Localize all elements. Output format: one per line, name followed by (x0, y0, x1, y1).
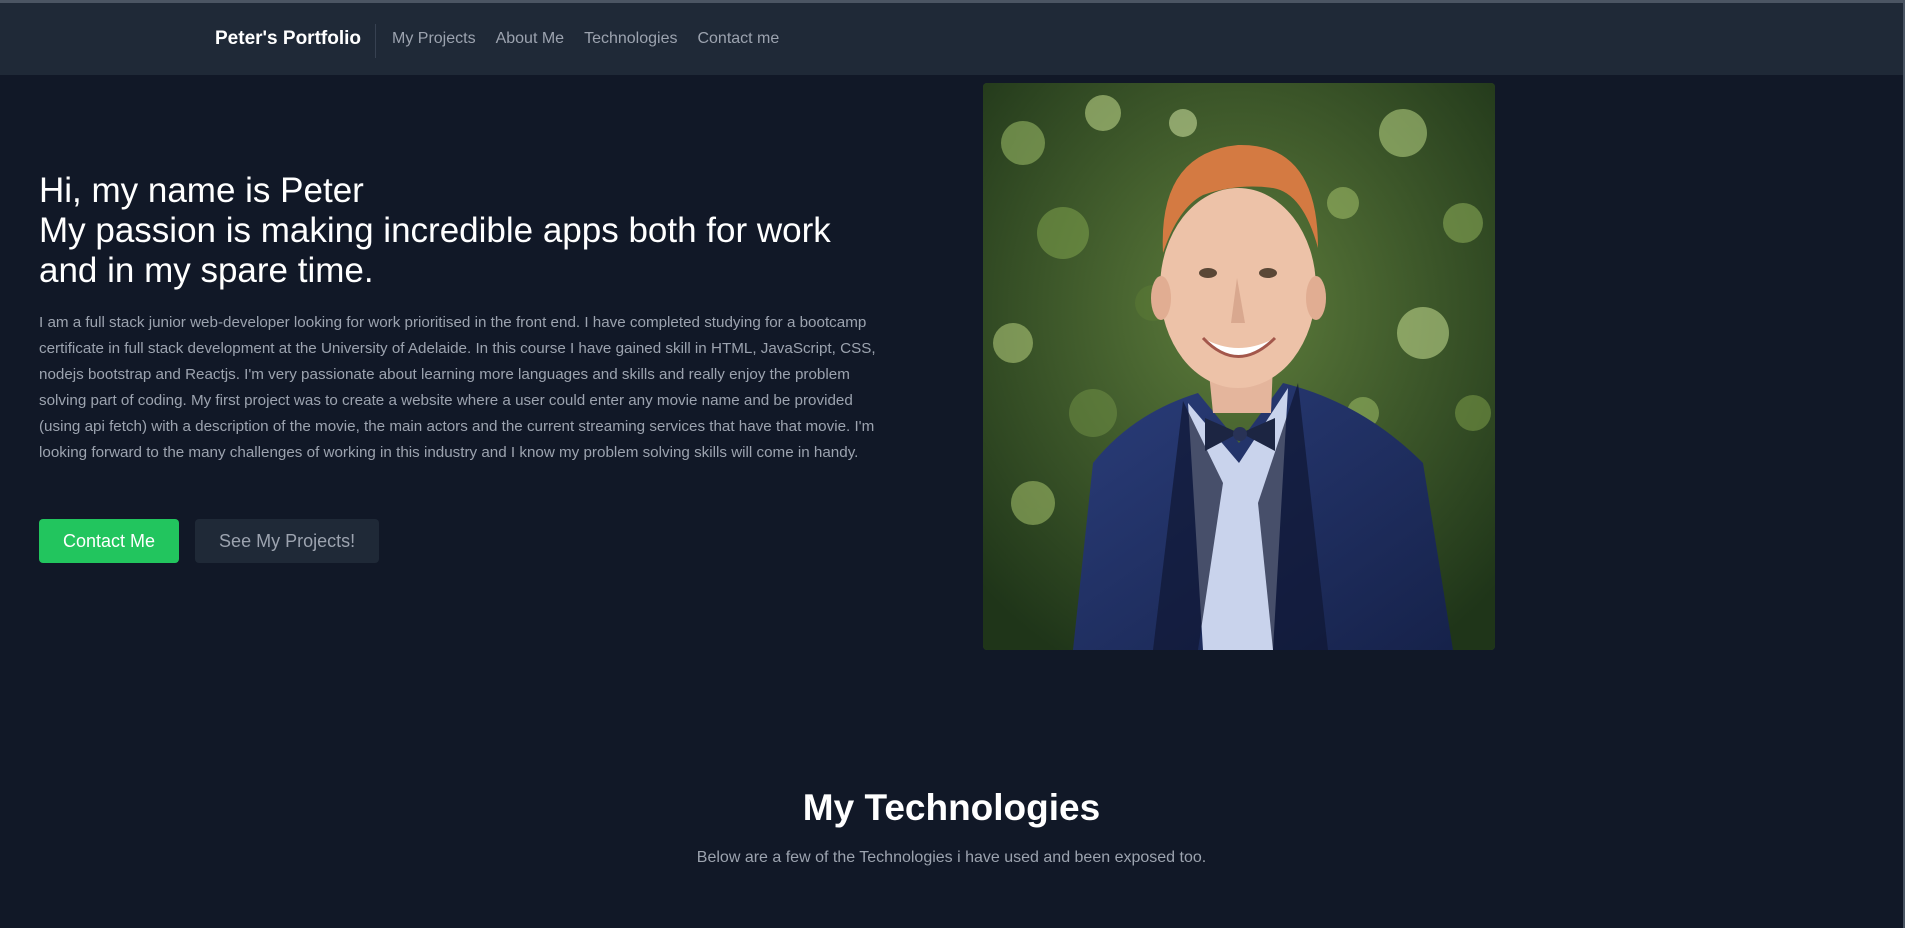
hero-heading: Hi, my name is Peter My passion is makin… (39, 171, 879, 291)
hero-section: Hi, my name is Peter My passion is makin… (39, 171, 879, 466)
see-projects-button[interactable]: See My Projects! (195, 519, 380, 563)
hero-tagline: My passion is making incredible apps bot… (39, 211, 831, 290)
navbar: Peter's Portfolio My Projects About Me T… (0, 3, 1903, 75)
technologies-section: My Technologies Below are a few of the T… (0, 780, 1903, 867)
contact-me-button[interactable]: Contact Me (39, 519, 180, 563)
nav-link-technologies[interactable]: Technologies (584, 30, 677, 48)
technologies-title: My Technologies (802, 787, 1101, 828)
nav-divider (375, 24, 376, 58)
nav-link-contact-me[interactable]: Contact me (697, 30, 779, 48)
nav-links: My Projects About Me Technologies Contac… (392, 3, 779, 75)
brand-link[interactable]: Peter's Portfolio (215, 3, 361, 75)
technologies-subtitle: Below are a few of the Technologies i ha… (696, 849, 1207, 866)
nav-link-my-projects[interactable]: My Projects (392, 30, 476, 48)
nav-link-about-me[interactable]: About Me (496, 30, 564, 48)
hero-greeting: Hi, my name is Peter (39, 171, 364, 210)
hero-buttons: Contact Me See My Projects! (39, 519, 380, 563)
hero-description: I am a full stack junior web-developer l… (39, 314, 876, 461)
profile-photo (983, 83, 1495, 650)
